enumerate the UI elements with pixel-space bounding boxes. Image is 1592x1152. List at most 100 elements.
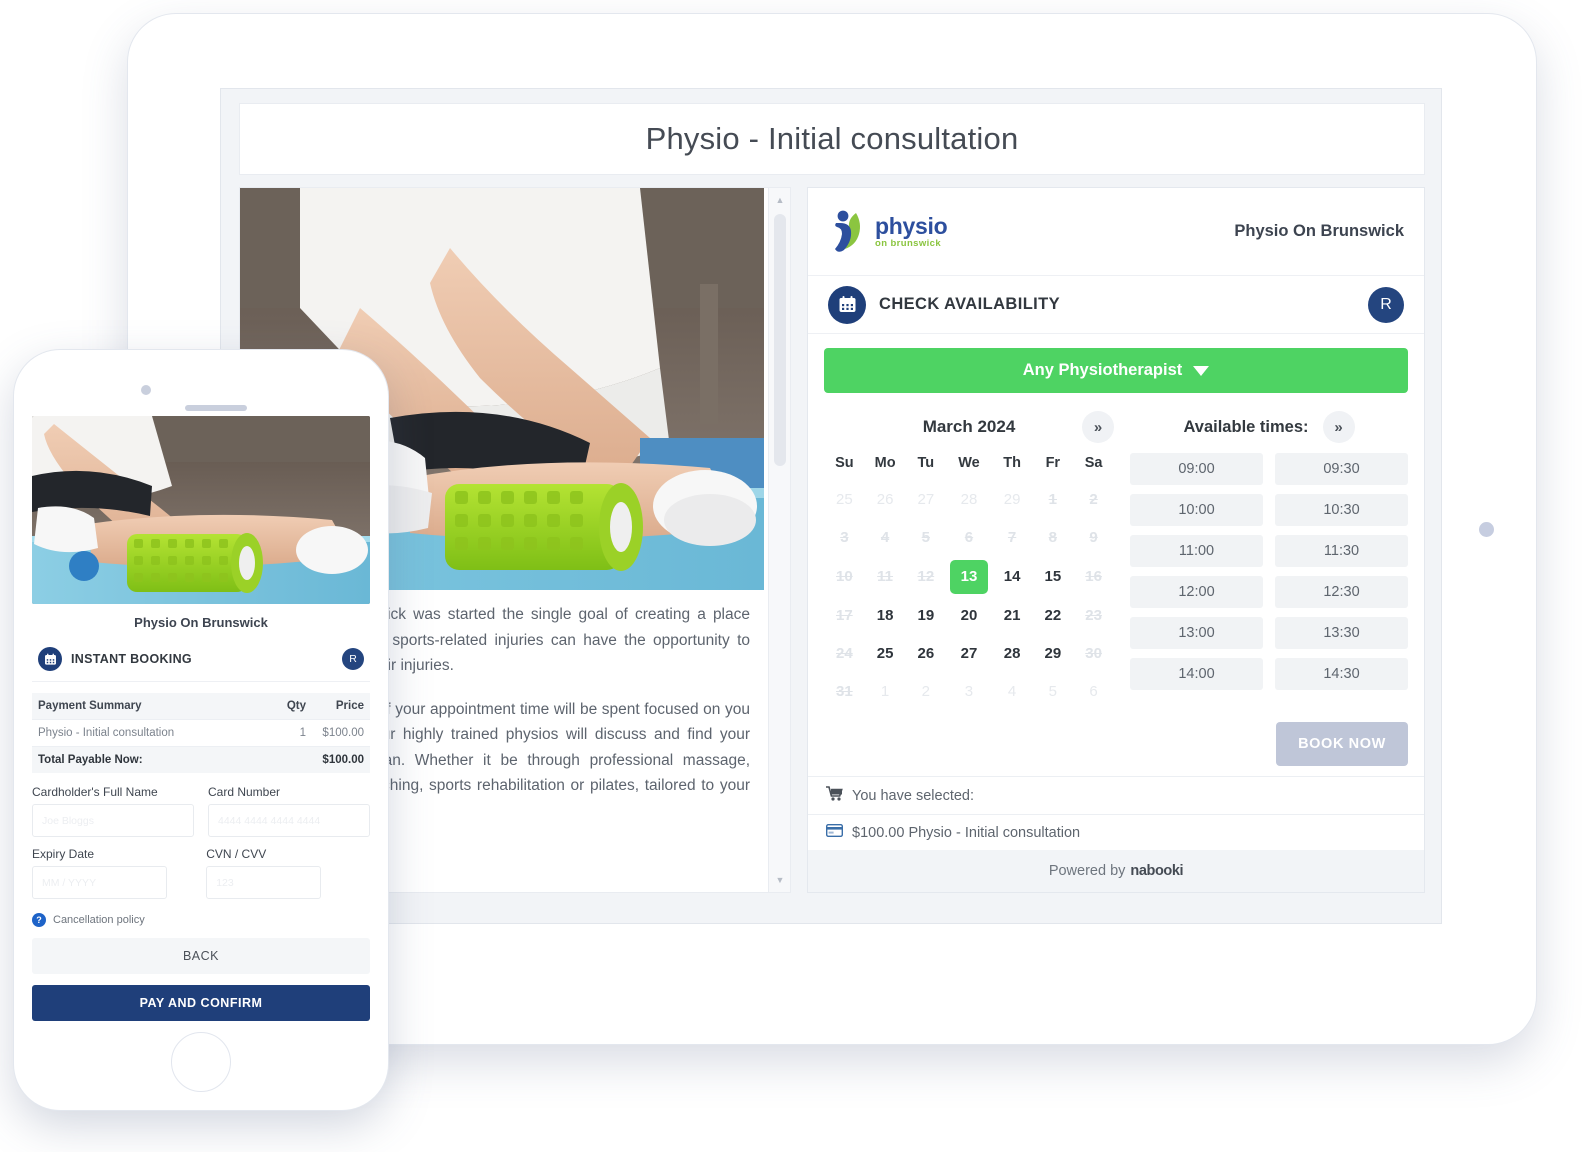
phone-section-bar: INSTANT BOOKING R [32, 639, 370, 682]
phone-avatar[interactable]: R [342, 648, 364, 670]
cardholder-input[interactable] [32, 804, 194, 837]
calendar: March 2024 » Su Mo Tu We Th Fr Sa 25 26 27 28 29 1 2… [824, 405, 1114, 712]
calendar-day: 1 [1048, 491, 1057, 508]
available-times-header: Available times: » [1130, 405, 1408, 449]
calendar-day: 28 [960, 491, 978, 508]
scrollbar-thumb[interactable] [774, 214, 786, 466]
logo-line-2: on brunswick [875, 237, 942, 249]
calendar-day[interactable]: 19 [909, 601, 943, 631]
time-slot[interactable]: 13:30 [1275, 617, 1408, 649]
widget-actions: BOOK NOW [808, 712, 1424, 776]
calendar-next-month-button[interactable]: » [1082, 411, 1114, 443]
calendar-day[interactable]: 27 [952, 639, 986, 669]
book-now-button[interactable]: BOOK NOW [1276, 722, 1408, 766]
phone-device-frame: Physio On Brunswick INSTANT BOOKING R Pa… [14, 350, 388, 1110]
content-scrollbar[interactable]: ▲ ▼ [768, 188, 790, 892]
times-next-button[interactable]: » [1322, 411, 1355, 443]
phone-hero-photo [32, 416, 370, 604]
calendar-header: March 2024 » [824, 405, 1114, 449]
calendar-weekday: We [958, 455, 980, 471]
time-slot[interactable]: 10:00 [1130, 494, 1263, 526]
payment-total-value: $100.00 [312, 746, 370, 773]
selection-heading: You have selected: [852, 787, 975, 804]
calendar-icon [828, 285, 866, 324]
calendar-day: 29 [1003, 491, 1021, 508]
calendar-day[interactable]: 18 [868, 601, 902, 631]
tablet-home-button[interactable] [1479, 522, 1494, 537]
calendar-week-row: 31 1 2 3 4 5 6 [824, 673, 1114, 711]
calendar-day: 16 [1085, 568, 1102, 585]
calendar-day[interactable]: 22 [1036, 601, 1070, 631]
page-title: Physio - Initial consultation [645, 121, 1019, 156]
calendar-day: 6 [1089, 683, 1098, 700]
time-slot[interactable]: 12:00 [1130, 576, 1263, 608]
selection-heading-row: You have selected: [808, 776, 1424, 814]
payment-col-summary: Payment Summary [32, 693, 278, 720]
scroll-down-icon[interactable]: ▼ [769, 870, 790, 890]
staff-select-dropdown[interactable]: Any Physiotherapist [824, 348, 1408, 393]
calendar-day: 12 [917, 568, 935, 585]
calendar-day[interactable]: 14 [995, 562, 1029, 592]
phone-home-button[interactable] [171, 1032, 231, 1092]
card-number-input[interactable] [208, 804, 370, 837]
widget-brand-bar: physio on brunswick Physio On Brunswick [808, 188, 1424, 276]
calendar-day-selected[interactable]: 13 [949, 560, 988, 594]
selection-item-row: $100.00 Physio - Initial consultation [808, 814, 1424, 850]
back-button[interactable]: BACK [32, 938, 370, 974]
tablet-screen: Physio - Initial consultation was starte… [220, 88, 1442, 924]
calendar-day: 26 [876, 491, 894, 508]
calendar-day[interactable]: 25 [868, 639, 902, 669]
pay-and-confirm-button[interactable]: PAY AND CONFIRM [32, 985, 370, 1021]
calendar-weekday: Fr [1045, 455, 1061, 471]
calendar-day[interactable]: 20 [952, 601, 986, 631]
calendar-week-row: 24 25 26 27 28 29 30 [824, 635, 1114, 673]
calendar-weekday: Mo [874, 455, 896, 471]
calendar-week-row: 3 4 5 6 7 8 9 [824, 519, 1114, 557]
widget-section-bar: CHECK AVAILABILITY R [808, 276, 1424, 334]
scroll-up-icon[interactable]: ▲ [769, 190, 790, 210]
calendar-day: 7 [1007, 529, 1017, 546]
nabooki-logo: nabooki [1130, 863, 1184, 879]
screenshot-stage: Physio - Initial consultation was starte… [0, 0, 1592, 1152]
phone-screen: Physio On Brunswick INSTANT BOOKING R Pa… [32, 416, 370, 1021]
calendar-day: 1 [880, 683, 890, 700]
calendar-day: 24 [836, 645, 853, 662]
calendar-day: 4 [880, 529, 890, 546]
avatar[interactable]: R [1368, 286, 1404, 323]
time-slot[interactable]: 14:00 [1130, 658, 1263, 690]
time-slot[interactable]: 09:00 [1130, 453, 1263, 485]
phone-camera-icon [141, 385, 151, 395]
logo-wordmark: physio on brunswick [875, 214, 948, 249]
calendar-day[interactable]: 28 [995, 639, 1029, 669]
calendar-day[interactable]: 15 [1036, 562, 1070, 592]
calendar-day: 9 [1089, 529, 1098, 546]
calendar-weekday: Th [1003, 455, 1021, 471]
logo-mark-icon [828, 209, 868, 255]
calendar-day: 5 [1048, 683, 1057, 700]
payment-table-header-row: Payment Summary Qty Price [32, 693, 370, 720]
cancellation-policy-link[interactable]: ? Cancellation policy [32, 913, 370, 927]
calendar-day[interactable]: 21 [995, 601, 1029, 631]
available-times-title: Available times: [1183, 417, 1309, 436]
info-icon: ? [32, 913, 46, 927]
expiry-input[interactable] [32, 866, 168, 899]
calendar-day[interactable]: 26 [909, 639, 943, 669]
cvv-input[interactable] [206, 866, 322, 899]
selection-item: $100.00 Physio - Initial consultation [852, 824, 1081, 841]
calendar-day: 31 [836, 683, 853, 700]
time-slot[interactable]: 10:30 [1275, 494, 1408, 526]
time-slot[interactable]: 11:30 [1275, 535, 1408, 567]
widget-brand-name: Physio On Brunswick [1234, 222, 1404, 240]
time-slot[interactable]: 09:30 [1275, 453, 1408, 485]
calendar-week-row: 17 18 19 20 21 22 23 [824, 597, 1114, 635]
calendar-day: 2 [1089, 491, 1098, 508]
time-slot[interactable]: 12:30 [1275, 576, 1408, 608]
table-row: Physio - Initial consultation 1 $100.00 [32, 719, 370, 747]
time-slot[interactable]: 14:30 [1275, 658, 1408, 690]
time-slot[interactable]: 11:00 [1130, 535, 1263, 567]
time-slot[interactable]: 13:00 [1130, 617, 1263, 649]
time-slot-grid: 09:00 09:30 10:00 10:30 11:00 11:30 12:00 12:30… [1130, 449, 1408, 690]
payment-col-price: Price [312, 693, 370, 720]
calendar-day[interactable]: 29 [1036, 639, 1070, 669]
calendar-day: 11 [877, 568, 894, 585]
